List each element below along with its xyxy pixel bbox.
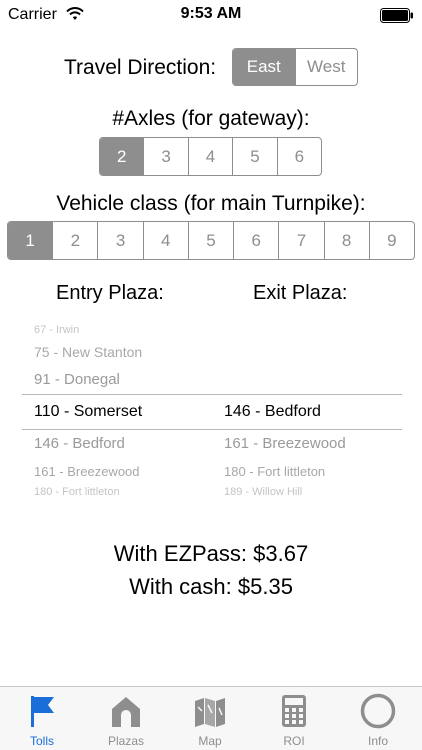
vehicle-class-option-8[interactable]: 8: [323, 222, 369, 259]
entry-option[interactable]: 91 - Donegal: [34, 371, 120, 388]
axles-option-3[interactable]: 3: [143, 138, 187, 175]
axles-option-5[interactable]: 5: [232, 138, 276, 175]
battery-icon: [380, 8, 413, 23]
tab-roi[interactable]: ROI: [252, 687, 336, 750]
exit-plaza-header: Exit Plaza:: [253, 282, 348, 304]
exit-selected-option[interactable]: 146 - Bedford: [224, 403, 321, 421]
tab-plazas[interactable]: Plazas: [84, 687, 168, 750]
status-bar: Carrier 9:53 AM: [0, 0, 422, 30]
axles-segmented-control[interactable]: 2 3 4 5 6: [99, 137, 322, 176]
picker-selection-top-line: [22, 394, 402, 395]
tab-tolls-label: Tolls: [29, 734, 54, 748]
entry-option[interactable]: 180 - Fort littleton: [34, 486, 120, 498]
entry-option[interactable]: 75 - New Stanton: [34, 344, 142, 360]
tab-info[interactable]: Info: [336, 687, 420, 750]
axles-option-4[interactable]: 4: [187, 138, 232, 175]
vehicle-class-option-4[interactable]: 4: [142, 222, 188, 259]
vehicle-class-option-2[interactable]: 2: [52, 222, 97, 259]
tab-plazas-label: Plazas: [107, 734, 145, 748]
direction-east-option[interactable]: East: [233, 49, 295, 85]
exit-option[interactable]: 161 - Breezewood: [224, 435, 346, 452]
vehicle-class-label: Vehicle class (for main Turnpike):: [56, 192, 366, 215]
tab-bar: Tolls Plazas Map ROI Info: [0, 686, 422, 750]
entry-option[interactable]: 67 - Irwin: [34, 324, 79, 336]
cash-total: With cash: $5.35: [129, 574, 293, 599]
direction-west-option[interactable]: West: [294, 49, 358, 85]
entry-selected-option[interactable]: 110 - Somerset: [34, 403, 142, 421]
picker-selection-bottom-line: [22, 429, 402, 430]
axles-option-2[interactable]: 2: [100, 138, 144, 175]
map-icon: [195, 698, 225, 727]
entry-option[interactable]: 161 - Breezewood: [34, 464, 140, 479]
tab-roi-label: ROI: [283, 734, 305, 748]
exit-option[interactable]: 180 - Fort littleton: [224, 464, 325, 479]
ezpass-total: With EZPass: $3.67: [113, 541, 309, 566]
entry-plaza-header: Entry Plaza:: [56, 282, 164, 304]
calculator-icon: [282, 695, 306, 727]
direction-segmented-control[interactable]: East West: [232, 48, 358, 86]
vehicle-class-option-7[interactable]: 7: [278, 222, 323, 259]
vehicle-class-option-1[interactable]: 1: [8, 222, 53, 259]
exit-option[interactable]: 189 - Willow Hill: [224, 486, 302, 498]
tab-tolls[interactable]: Tolls: [0, 687, 84, 750]
entry-option[interactable]: 146 - Bedford: [34, 435, 125, 452]
travel-direction-label: Travel Direction:: [64, 56, 217, 79]
vehicle-class-option-9[interactable]: 9: [368, 222, 414, 259]
axles-option-6[interactable]: 6: [276, 138, 321, 175]
vehicle-class-option-6[interactable]: 6: [233, 222, 278, 259]
info-circle-icon: [360, 693, 396, 729]
axles-label: #Axles (for gateway):: [112, 107, 310, 130]
tab-map[interactable]: Map: [168, 687, 252, 750]
vehicle-class-segmented-control[interactable]: 1 2 3 4 5 6 7 8 9: [7, 221, 415, 260]
vehicle-class-option-3[interactable]: 3: [97, 222, 142, 259]
flag-icon: [31, 696, 54, 727]
status-time: 9:53 AM: [180, 5, 242, 22]
tab-map-label: Map: [198, 734, 222, 748]
vehicle-class-option-5[interactable]: 5: [187, 222, 233, 259]
tab-info-label: Info: [367, 734, 388, 748]
house-icon: [112, 697, 140, 727]
